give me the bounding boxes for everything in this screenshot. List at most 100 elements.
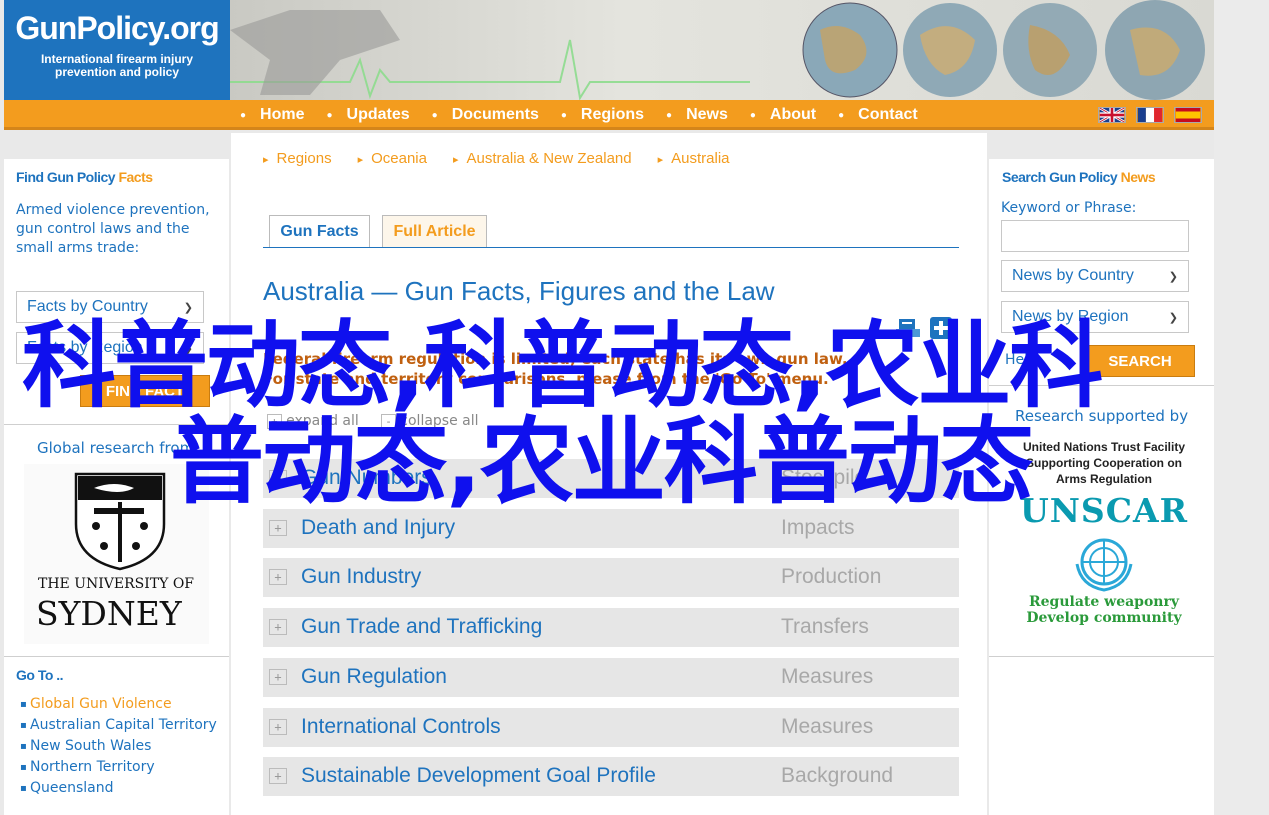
section-category: Transfers xyxy=(781,615,869,638)
section-row-gun-regulation[interactable]: + Gun Regulation Measures xyxy=(263,658,959,698)
nav-label: Regions xyxy=(580,106,645,123)
collapse-all-link[interactable]: collapse all xyxy=(400,413,478,429)
nav-bullet: ● xyxy=(838,109,845,121)
nav-documents[interactable]: ● Documents xyxy=(432,106,539,124)
goto-item[interactable]: Northern Territory xyxy=(16,758,221,777)
page-title: Australia — Gun Facts, Figures and the L… xyxy=(263,276,775,306)
section-category: Measures xyxy=(781,665,874,688)
expand-icon: + xyxy=(269,768,287,784)
collapse-icon: - xyxy=(381,414,396,429)
nav-label: About xyxy=(769,106,817,123)
news-by-region-select[interactable]: News by Region ❯ xyxy=(1001,301,1189,333)
global-research-text: Global research from xyxy=(37,439,195,457)
right-sidebar: Search Gun Policy News Keyword or Phrase… xyxy=(989,159,1214,815)
section-category: Stockpile xyxy=(781,466,867,489)
expand-icon: + xyxy=(269,520,287,536)
help-link[interactable]: Help xyxy=(1005,351,1037,370)
logo-tagline-2: prevention and policy xyxy=(54,65,180,79)
section-row-international-controls[interactable]: + International Controls Measures xyxy=(263,708,959,748)
section-label: Sustainable Development Goal Profile xyxy=(301,764,656,787)
search-button[interactable]: SEARCH xyxy=(1085,345,1195,377)
breadcrumb-australia-nz[interactable]: Australia & New Zealand xyxy=(453,150,632,167)
unscar-logo[interactable]: United Nations Trust Facility Supporting… xyxy=(1009,439,1199,649)
nav-bullet: ● xyxy=(240,109,247,121)
heading-part: Search Gun Policy xyxy=(1002,169,1118,185)
section-category: Impacts xyxy=(781,516,855,539)
university-line-2: SYDNEY xyxy=(36,594,182,633)
expand-icon: + xyxy=(269,470,287,486)
goto-item[interactable]: Queensland xyxy=(16,779,221,798)
expand-all-link[interactable]: expand all xyxy=(286,413,359,429)
print-icon[interactable] xyxy=(896,317,920,339)
section-category: Background xyxy=(781,764,894,787)
nav-label: Updates xyxy=(346,106,410,123)
uk-flag-icon[interactable] xyxy=(1098,107,1126,123)
heading-part: Find Gun Policy xyxy=(16,169,116,185)
select-value: News by Country xyxy=(1012,267,1134,284)
section-row-gun-trade[interactable]: + Gun Trade and Trafficking Transfers xyxy=(263,608,959,648)
nav-news[interactable]: ● News xyxy=(666,106,728,124)
section-row-sdg-profile[interactable]: + Sustainable Development Goal Profile Bac… xyxy=(263,757,959,797)
france-flag-icon[interactable] xyxy=(1136,107,1164,123)
logo-name: GunPolicy.org xyxy=(15,10,219,46)
facts-by-region-select[interactable]: Facts by Region ❯ xyxy=(16,332,204,364)
goto-item[interactable]: Australian Capital Territory xyxy=(16,716,221,735)
expand-collapse-controls: + expand all - collapse all xyxy=(267,413,479,429)
search-news-heading: Search Gun Policy News xyxy=(1002,169,1156,185)
facts-by-country-select[interactable]: Facts by Country ❯ xyxy=(16,291,204,323)
keyword-label: Keyword or Phrase: xyxy=(1001,200,1137,216)
news-by-country-select[interactable]: News by Country ❯ xyxy=(1001,260,1189,292)
nav-home[interactable]: ● Home xyxy=(240,106,305,124)
nav-about[interactable]: ● About xyxy=(750,106,816,124)
goto-list: Global Gun Violence Australian Capital T… xyxy=(16,695,221,798)
slogan-1: Regulate weaponry xyxy=(1029,594,1179,610)
site-logo[interactable]: GunPolicy.org International firearm inju… xyxy=(4,0,230,100)
sydney-crest-icon xyxy=(74,472,166,571)
trust-line-2: Supporting Cooperation on xyxy=(1026,456,1182,470)
site-header: GunPolicy.org International firearm inju… xyxy=(4,0,1214,100)
find-fact-button[interactable]: FIND FACT xyxy=(80,375,210,407)
goto-item[interactable]: New South Wales xyxy=(16,737,221,756)
page: GunPolicy.org International firearm inju… xyxy=(0,0,1269,815)
section-row-death-injury[interactable]: + Death and Injury Impacts xyxy=(263,509,959,549)
nav-bullet: ● xyxy=(666,109,673,121)
nav-bullet: ● xyxy=(326,109,333,121)
nav-contact[interactable]: ● Contact xyxy=(838,106,918,124)
heading-accent: News xyxy=(1120,169,1156,185)
header-banner xyxy=(230,0,1214,100)
nav-bullet: ● xyxy=(431,109,438,121)
goto-item[interactable]: Global Gun Violence xyxy=(16,695,221,714)
nav-regions[interactable]: ● Regions xyxy=(561,106,644,124)
nav-label: Documents xyxy=(451,106,539,123)
divider xyxy=(989,656,1214,657)
add-icon[interactable] xyxy=(930,317,952,339)
breadcrumb: Regions Oceania Australia & New Zealand … xyxy=(263,150,756,167)
tab-gun-facts[interactable]: Gun Facts xyxy=(269,215,370,247)
breadcrumb-australia[interactable]: Australia xyxy=(658,150,729,167)
tab-full-article[interactable]: Full Article xyxy=(382,215,487,247)
expand-icon: + xyxy=(269,669,287,685)
nav-label: Contact xyxy=(858,106,918,123)
keyword-input[interactable] xyxy=(1001,220,1189,252)
nav-bullet: ● xyxy=(560,109,567,121)
section-row-gun-numbers[interactable]: + Gun Numbers Stockpile xyxy=(263,459,959,499)
goto-menu: Go To .. Global Gun Violence Australian … xyxy=(16,667,221,800)
nav-updates[interactable]: ● Updates xyxy=(327,106,410,124)
find-facts-description: Armed violence prevention, gun control l… xyxy=(16,202,210,256)
spain-flag-icon[interactable] xyxy=(1174,107,1202,123)
intro-line-1: Federal firearm regulation is limited; e… xyxy=(263,350,848,368)
section-row-gun-industry[interactable]: + Gun Industry Production xyxy=(263,558,959,598)
expand-icon: + xyxy=(269,619,287,635)
university-of-sydney-logo[interactable]: THE UNIVERSITY OF SYDNEY xyxy=(24,464,209,644)
main-nav: ● Home ● Updates ● Documents ● Regions ● News… xyxy=(4,100,1214,130)
search-button-label: SEARCH xyxy=(1108,352,1172,370)
section-label: Gun Regulation xyxy=(301,665,447,688)
expand-icon: + xyxy=(269,719,287,735)
intro-line-2: For state and territory comparisons, ple… xyxy=(263,370,829,388)
select-value: Facts by Region xyxy=(27,339,143,356)
breadcrumb-regions[interactable]: Regions xyxy=(263,150,332,167)
breadcrumb-oceania[interactable]: Oceania xyxy=(358,150,427,167)
find-facts-heading: Find Gun Policy Facts xyxy=(16,169,153,185)
slogan-2: Develop community xyxy=(1026,610,1182,626)
select-value: News by Region xyxy=(1012,308,1129,325)
